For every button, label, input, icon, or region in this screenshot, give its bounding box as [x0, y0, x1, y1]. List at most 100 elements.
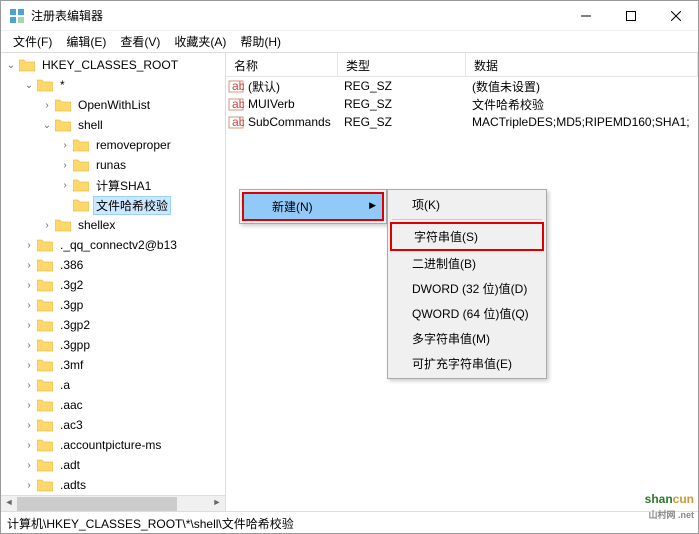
- expander-icon[interactable]: ›: [23, 440, 35, 451]
- tree-item[interactable]: ›.adt: [1, 455, 225, 475]
- tree-item[interactable]: ›runas: [1, 155, 225, 175]
- tree-item[interactable]: › .ac3: [1, 415, 225, 435]
- titlebar: 注册表编辑器: [1, 1, 698, 31]
- list-row[interactable]: ab MUIVerb REG_SZ文件哈希校验: [226, 95, 698, 113]
- list-row[interactable]: abSubCommandsREG_SZMACTripleDES;MD5;RIPE…: [226, 113, 698, 131]
- statusbar: 计算机\HKEY_CLASSES_ROOT\*\shell\文件哈希校验: [1, 511, 698, 533]
- menubar: 文件(F) 编辑(E) 查看(V) 收藏夹(A) 帮助(H): [1, 31, 698, 53]
- tree-item[interactable]: ›.386: [1, 255, 225, 275]
- expander-icon[interactable]: ›: [23, 300, 35, 311]
- expander-icon[interactable]: ›: [23, 460, 35, 471]
- tree-label: .3gpp: [57, 337, 93, 353]
- tree-h-scrollbar[interactable]: ◄ ►: [1, 495, 225, 511]
- expander-icon[interactable]: ›: [41, 220, 53, 231]
- menu-item-new[interactable]: 新建(N) ▶: [244, 194, 382, 219]
- expander-icon[interactable]: ›: [23, 360, 35, 371]
- scroll-left-button[interactable]: ◄: [1, 497, 17, 511]
- menu-favorites[interactable]: 收藏夹(A): [168, 31, 232, 52]
- tree-item[interactable]: › .3gp2: [1, 315, 225, 335]
- menu-file[interactable]: 文件(F): [7, 31, 58, 52]
- tree-item[interactable]: ›removeproper: [1, 135, 225, 155]
- col-header-data[interactable]: 数据: [466, 53, 698, 76]
- tree-label: 计算SHA1: [93, 176, 154, 195]
- expander-icon[interactable]: ›: [23, 420, 35, 431]
- tree-panel: ⌄ HKEY_CLASSES_ROOT ⌄* › OpenWithList ⌄ shell ›…: [1, 53, 226, 511]
- menu-item-expandstring[interactable]: 可扩充字符串值(E): [388, 351, 546, 376]
- menu-item-qword[interactable]: QWORD (64 位)值(Q): [388, 301, 546, 326]
- value-type: REG_SZ: [338, 97, 466, 111]
- scroll-right-button[interactable]: ►: [209, 497, 225, 511]
- list-row[interactable]: ab(默认)REG_SZ(数值未设置): [226, 77, 698, 95]
- tree-item[interactable]: ›._qq_connectv2@b13: [1, 235, 225, 255]
- menu-view[interactable]: 查看(V): [114, 31, 166, 52]
- tree-item[interactable]: › .accountpicture-ms: [1, 435, 225, 455]
- col-header-name[interactable]: 名称: [226, 53, 338, 76]
- tree-label: .3gp2: [57, 317, 93, 333]
- expander-icon[interactable]: ›: [59, 140, 71, 151]
- tree-item[interactable]: › .a: [1, 375, 225, 395]
- expander-icon[interactable]: ›: [23, 280, 35, 291]
- expander-icon[interactable]: ›: [23, 240, 35, 251]
- tree-item[interactable]: › OpenWithList: [1, 95, 225, 115]
- expander-icon[interactable]: ›: [23, 400, 35, 411]
- watermark: shancun 山村网 .net: [645, 490, 694, 521]
- tree-label: .accountpicture-ms: [57, 437, 164, 453]
- svg-text:ab: ab: [232, 97, 244, 111]
- tree-item[interactable]: › .3mf: [1, 355, 225, 375]
- value-data: (数值未设置): [466, 78, 698, 95]
- col-header-type[interactable]: 类型: [338, 53, 466, 76]
- tree-label: OpenWithList: [75, 97, 153, 113]
- expander-icon[interactable]: ›: [59, 180, 71, 191]
- menu-edit[interactable]: 编辑(E): [60, 31, 112, 52]
- expander-icon[interactable]: ›: [23, 320, 35, 331]
- submenu-arrow-icon: ▶: [369, 200, 376, 211]
- expander-icon[interactable]: ›: [23, 340, 35, 351]
- close-button[interactable]: [653, 1, 698, 31]
- value-data: MACTripleDES;MD5;RIPEMD160;SHA1;: [466, 115, 698, 129]
- value-name: (默认): [248, 78, 280, 95]
- menu-item-binary[interactable]: 二进制值(B): [388, 251, 546, 276]
- tree-item[interactable]: › .3gp: [1, 295, 225, 315]
- tree-item[interactable]: › 计算SHA1: [1, 175, 225, 195]
- minimize-button[interactable]: [563, 1, 608, 31]
- scroll-thumb[interactable]: [17, 497, 177, 511]
- tree-item[interactable]: ›.3g2: [1, 275, 225, 295]
- value-name: MUIVerb: [248, 97, 295, 111]
- value-data: 文件哈希校验: [466, 96, 698, 113]
- tree-label: .3gp: [57, 297, 86, 313]
- tree-label: .3mf: [57, 357, 86, 373]
- tree-item[interactable]: ›.aac: [1, 395, 225, 415]
- menu-item-multistring[interactable]: 多字符串值(M): [388, 326, 546, 351]
- expander-icon[interactable]: ›: [23, 260, 35, 271]
- tree-item[interactable]: ›shellex: [1, 215, 225, 235]
- menu-help[interactable]: 帮助(H): [234, 31, 287, 52]
- tree-item-shell[interactable]: ⌄ shell: [1, 115, 225, 135]
- main-area: ⌄ HKEY_CLASSES_ROOT ⌄* › OpenWithList ⌄ shell ›…: [1, 53, 698, 511]
- tree-label: 文件哈希校验: [93, 196, 171, 215]
- menu-item-dword[interactable]: DWORD (32 位)值(D): [388, 276, 546, 301]
- expander-icon[interactable]: ›: [41, 100, 53, 111]
- maximize-button[interactable]: [608, 1, 653, 31]
- tree-star[interactable]: ⌄*: [1, 75, 225, 95]
- app-icon: [9, 8, 25, 24]
- tree-label: HKEY_CLASSES_ROOT: [39, 57, 181, 73]
- status-path: 计算机\HKEY_CLASSES_ROOT\*\shell\文件哈希校验: [7, 517, 294, 531]
- tree-item[interactable]: › .3gpp: [1, 335, 225, 355]
- menu-item-key[interactable]: 项(K): [388, 192, 546, 217]
- value-type: REG_SZ: [338, 79, 466, 93]
- tree-label: .a: [57, 377, 73, 393]
- tree-label: shell: [75, 117, 106, 133]
- expander-icon[interactable]: ⌄: [5, 60, 17, 71]
- expander-icon[interactable]: ›: [23, 380, 35, 391]
- expander-icon[interactable]: ›: [59, 160, 71, 171]
- value-name: SubCommands: [248, 115, 331, 129]
- expander-icon[interactable]: ⌄: [23, 80, 35, 91]
- tree-root[interactable]: ⌄ HKEY_CLASSES_ROOT: [1, 55, 225, 75]
- expander-icon[interactable]: ›: [23, 480, 35, 491]
- tree-label: .ac3: [57, 417, 86, 433]
- context-menu-1: 新建(N) ▶: [239, 189, 387, 224]
- tree-item-selected[interactable]: 文件哈希校验: [1, 195, 225, 215]
- menu-item-string[interactable]: 字符串值(S): [392, 224, 542, 249]
- expander-icon[interactable]: ⌄: [41, 120, 53, 131]
- tree-item[interactable]: ›.adts: [1, 475, 225, 495]
